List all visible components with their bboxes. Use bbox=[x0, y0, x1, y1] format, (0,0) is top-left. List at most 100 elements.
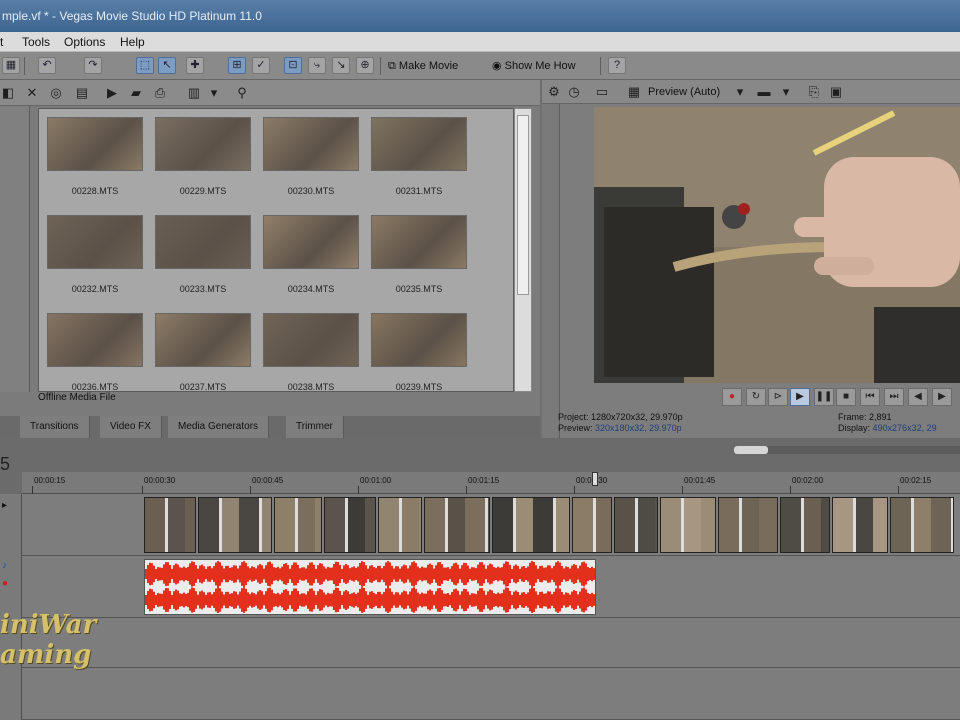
media-thumbnail[interactable]: 00238.MTS bbox=[263, 313, 359, 391]
views-dropdown-icon[interactable]: ▾ bbox=[206, 85, 222, 101]
auto-preview-icon[interactable]: ▰ bbox=[128, 85, 144, 101]
normal-edit-tool-icon[interactable]: ⬚ bbox=[136, 57, 154, 74]
import-media-icon[interactable]: ◧ bbox=[0, 85, 16, 101]
playhead-marker[interactable] bbox=[592, 472, 598, 486]
video-track-icon[interactable]: ▸ bbox=[2, 500, 7, 511]
waveform-sample bbox=[185, 593, 187, 607]
go-to-end-icon[interactable]: ⏭ bbox=[884, 388, 904, 406]
remove-media-icon[interactable]: ✕ bbox=[24, 85, 40, 101]
video-clip[interactable] bbox=[144, 497, 196, 553]
video-clip[interactable] bbox=[274, 497, 322, 553]
media-thumbnail[interactable]: 00228.MTS bbox=[47, 117, 143, 205]
stop-icon[interactable]: ■ bbox=[836, 388, 856, 406]
empty-track[interactable] bbox=[22, 668, 960, 720]
overlays-dropdown-icon[interactable]: ▾ bbox=[778, 84, 794, 100]
properties-icon[interactable]: ⎙ bbox=[152, 85, 168, 101]
media-thumbnail[interactable]: 00235.MTS bbox=[371, 215, 467, 303]
pause-icon[interactable]: ❚❚ bbox=[814, 388, 834, 406]
external-monitor-icon[interactable]: ▭ bbox=[594, 84, 610, 100]
auto-ripple-icon[interactable]: ✓ bbox=[252, 57, 270, 74]
copy-snapshot-icon[interactable]: ⎘ bbox=[806, 84, 822, 100]
waveform-sample bbox=[553, 565, 555, 583]
views-icon[interactable]: ▥ bbox=[186, 85, 202, 101]
audio-mute-icon[interactable]: ● bbox=[2, 578, 8, 589]
media-tree[interactable] bbox=[0, 106, 30, 392]
record-icon[interactable]: ● bbox=[722, 388, 742, 406]
media-scrollbar[interactable] bbox=[514, 108, 532, 392]
preview-settings-icon[interactable]: ⚙ bbox=[546, 84, 562, 100]
whats-this-help-icon[interactable]: ? bbox=[608, 57, 626, 74]
cursor-tool-icon[interactable]: ↘ bbox=[332, 57, 350, 74]
waveform-sample bbox=[281, 566, 283, 582]
timeline-zoom-scrollbar[interactable] bbox=[734, 446, 960, 454]
lock-envelopes-icon[interactable]: ⊡ bbox=[284, 57, 302, 74]
media-thumbnail[interactable]: 00236.MTS bbox=[47, 313, 143, 391]
media-thumbnail[interactable]: 00229.MTS bbox=[155, 117, 251, 205]
video-clip[interactable] bbox=[660, 497, 716, 553]
video-clip[interactable] bbox=[832, 497, 888, 553]
ignore-grouping-icon[interactable]: ⤷ bbox=[308, 57, 326, 74]
media-thumbnail[interactable]: 00232.MTS bbox=[47, 215, 143, 303]
thumbnail-filename: 00235.MTS bbox=[395, 284, 443, 294]
menu-help[interactable]: Help bbox=[120, 35, 145, 49]
menu-edit[interactable]: t bbox=[0, 35, 3, 49]
save-icon[interactable]: ▦ bbox=[2, 57, 20, 74]
selection-tool-icon[interactable]: ↖ bbox=[158, 57, 176, 74]
media-thumbnail[interactable]: 00234.MTS bbox=[263, 215, 359, 303]
preview-quality-select[interactable]: Preview (Auto) bbox=[648, 86, 720, 98]
capture-icon[interactable]: ◎ bbox=[48, 85, 64, 101]
waveform-sample bbox=[543, 567, 545, 581]
video-clip[interactable] bbox=[780, 497, 830, 553]
video-clip[interactable] bbox=[492, 497, 570, 553]
video-clip[interactable] bbox=[424, 497, 490, 553]
media-thumbnail[interactable]: 00237.MTS bbox=[155, 313, 251, 391]
show-me-how-button[interactable]: ◉ Show Me How bbox=[492, 57, 576, 75]
media-thumbnail[interactable]: 00239.MTS bbox=[371, 313, 467, 391]
video-clip[interactable] bbox=[890, 497, 954, 553]
menu-tools[interactable]: Tools bbox=[22, 35, 50, 49]
preview-quality-dropdown-icon[interactable]: ▾ bbox=[732, 84, 748, 100]
tab-media-generators[interactable]: Media Generators bbox=[168, 416, 270, 438]
media-fx-icon[interactable]: ▶ bbox=[104, 85, 120, 101]
zoom-tool-icon[interactable]: ⊕ bbox=[356, 57, 374, 74]
save-snapshot-icon[interactable]: ▣ bbox=[828, 84, 844, 100]
preview-refresh-icon[interactable]: ◷ bbox=[566, 84, 582, 100]
previous-frame-icon[interactable]: ◀ bbox=[908, 388, 928, 406]
video-clip[interactable] bbox=[572, 497, 612, 553]
snapping-icon[interactable]: ⊞ bbox=[228, 57, 246, 74]
panel-grip[interactable] bbox=[542, 104, 560, 438]
video-clip[interactable] bbox=[718, 497, 778, 553]
video-clip[interactable] bbox=[378, 497, 422, 553]
menu-options[interactable]: Options bbox=[64, 35, 105, 49]
scrollbar-thumb[interactable] bbox=[517, 115, 529, 295]
go-to-start-icon[interactable]: ⏮ bbox=[860, 388, 880, 406]
video-clip[interactable] bbox=[198, 497, 272, 553]
media-thumbnail[interactable]: 00233.MTS bbox=[155, 215, 251, 303]
play-icon[interactable]: ▶ bbox=[790, 388, 810, 406]
search-icon[interactable]: ⚲ bbox=[234, 85, 250, 101]
empty-track[interactable] bbox=[22, 618, 960, 668]
audio-clip[interactable] bbox=[144, 559, 596, 615]
media-thumbnail[interactable]: 00230.MTS bbox=[263, 117, 359, 205]
undo-icon[interactable]: ↶ bbox=[38, 57, 56, 74]
envelope-tool-icon[interactable]: ✚ bbox=[186, 57, 204, 74]
media-thumbnail[interactable]: 00231.MTS bbox=[371, 117, 467, 205]
video-track[interactable] bbox=[22, 494, 960, 556]
tab-transitions[interactable]: Transitions bbox=[20, 416, 90, 438]
audio-track[interactable] bbox=[22, 556, 960, 618]
make-movie-button[interactable]: ⧉ Make Movie bbox=[388, 57, 458, 75]
video-clip[interactable] bbox=[614, 497, 658, 553]
video-clip[interactable] bbox=[324, 497, 376, 553]
play-from-start-icon[interactable]: ⊳ bbox=[768, 388, 788, 406]
tab-trimmer[interactable]: Trimmer bbox=[286, 416, 344, 438]
audio-track-icon[interactable]: ♪ bbox=[2, 560, 7, 571]
get-media-icon[interactable]: ▤ bbox=[74, 85, 90, 101]
next-frame-icon[interactable]: ▶ bbox=[932, 388, 952, 406]
tab-video-fx[interactable]: Video FX bbox=[100, 416, 162, 438]
loop-playback-icon[interactable]: ↻ bbox=[746, 388, 766, 406]
overlays-icon[interactable]: ▬ bbox=[756, 84, 772, 100]
timeline-zoom-knob[interactable] bbox=[734, 446, 768, 454]
redo-icon[interactable]: ↷ bbox=[84, 57, 102, 74]
timeline-ruler[interactable]: 00:00:15 00:00:30 00:00:45 00:01:00 00:01:15… bbox=[22, 472, 960, 494]
media-thumbnail-grid[interactable]: 00228.MTS 00229.MTS 00230.MTS 00231.MTS 0023… bbox=[38, 108, 514, 392]
